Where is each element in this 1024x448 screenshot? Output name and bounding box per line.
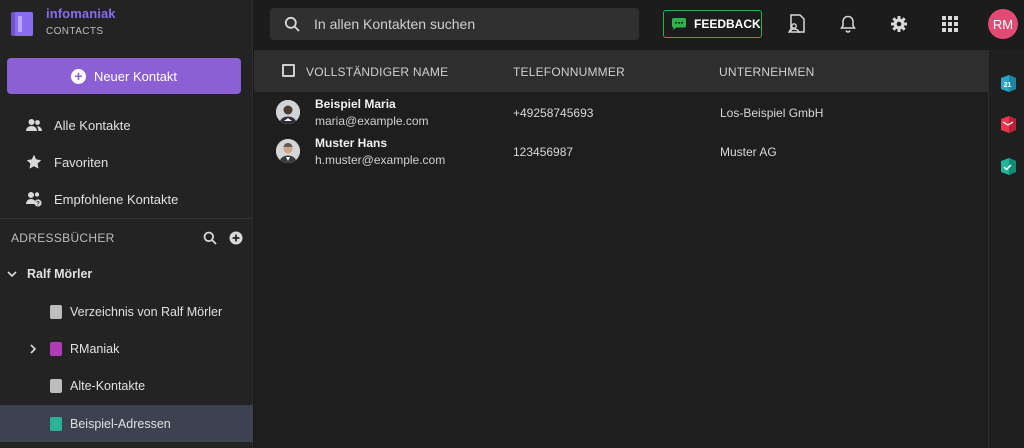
product-name: CONTACTS (46, 26, 104, 37)
column-header-name[interactable]: VOLLSTÄNDIGER NAME (306, 65, 448, 79)
app-rail: 21 (988, 50, 1024, 448)
search-icon (284, 16, 300, 32)
address-book-beispiel-adressen[interactable]: Beispiel-Adressen (0, 405, 253, 442)
search-placeholder: In allen Kontakten suchen (314, 16, 476, 32)
contact-phone: 123456987 (513, 145, 574, 159)
nav-suggested-contacts[interactable]: ? Empfohlene Kontakte (0, 181, 253, 217)
contact-avatar (276, 139, 300, 163)
chevron-down-icon (7, 270, 17, 277)
address-book-icon (50, 304, 62, 319)
table-row[interactable]: Beispiel Maria maria@example.com +492587… (254, 93, 988, 132)
plus-icon: + (70, 68, 86, 84)
nav-label: Favoriten (54, 154, 109, 170)
sidebar-divider (0, 218, 253, 219)
book-logo-icon (11, 12, 33, 36)
address-book-label: Verzeichnis von Ralf Mörler (70, 304, 223, 319)
select-all-checkbox[interactable] (282, 64, 295, 77)
feedback-label: FEEDBACK (694, 17, 761, 31)
address-book-label: RManiak (70, 341, 120, 356)
new-contact-label: Neuer Kontakt (93, 68, 178, 84)
search-address-books-icon[interactable] (203, 231, 217, 245)
contact-email: maria@example.com (315, 114, 429, 128)
calendar-app-icon[interactable]: 21 (999, 74, 1017, 92)
nav-label: Empfohlene Kontakte (54, 191, 179, 207)
tasks-app-icon[interactable] (999, 157, 1017, 175)
apps-grid-icon[interactable] (940, 14, 960, 34)
add-address-book-icon[interactable] (229, 231, 243, 245)
address-book-rmaniak[interactable]: RManiak (0, 330, 253, 367)
bell-icon[interactable] (838, 14, 858, 34)
contact-company: Los-Beispiel GmbH (720, 106, 824, 120)
contact-phone: +49258745693 (513, 106, 594, 120)
chevron-right-icon[interactable] (29, 343, 37, 354)
people-icon (26, 117, 42, 133)
column-header-phone[interactable]: TELEFONNUMMER (513, 65, 625, 79)
nav-label: Alle Kontakte (54, 117, 131, 133)
brand[interactable]: infomaniak CONTACTS (8, 6, 116, 46)
suggested-people-icon: ? (26, 191, 42, 207)
new-contact-button[interactable]: + Neuer Kontakt (7, 58, 241, 94)
contact-email: h.muster@example.com (315, 153, 446, 167)
table-header: VOLLSTÄNDIGER NAME TELEFONNUMMER UNTERNE… (254, 50, 988, 92)
search-input[interactable]: In allen Kontakten suchen (270, 8, 639, 40)
star-icon (26, 154, 42, 170)
column-header-company[interactable]: UNTERNEHMEN (719, 65, 815, 79)
table-row[interactable]: Muster Hans h.muster@example.com 1234569… (254, 132, 988, 171)
contact-company: Muster AG (720, 145, 777, 159)
gear-icon[interactable] (889, 14, 909, 34)
calendar-day-text: 21 (1004, 82, 1012, 89)
contacts-app: infomaniak CONTACTS + Neuer Kontakt Alle… (0, 0, 1024, 448)
address-book-icon (50, 416, 62, 431)
contact-avatar (276, 100, 300, 124)
feedback-button[interactable]: FEEDBACK (663, 10, 762, 38)
address-book-label: Beispiel-Adressen (70, 416, 171, 431)
mail-app-icon[interactable] (999, 115, 1017, 133)
address-book-alte-kontakte[interactable]: Alte-Kontakte (0, 367, 253, 404)
top-bar: In allen Kontakten suchen FEEDBACK RM (254, 0, 1024, 49)
user-avatar[interactable]: RM (988, 9, 1018, 39)
nav-all-contacts[interactable]: Alle Kontakte (0, 107, 253, 143)
address-book-icon (50, 378, 62, 393)
address-books-header: ADRESSBÜCHER (11, 228, 243, 248)
sidebar: infomaniak CONTACTS + Neuer Kontakt Alle… (0, 0, 253, 448)
chat-feedback-icon (672, 18, 686, 30)
address-book-label: Alte-Kontakte (70, 378, 146, 393)
contact-card-icon[interactable] (786, 14, 806, 34)
nav-favorites[interactable]: Favoriten (0, 144, 253, 180)
address-books-title: ADRESSBÜCHER (11, 231, 115, 245)
brand-name: infomaniak (46, 6, 116, 21)
address-book-icon (50, 341, 62, 356)
owner-name: Ralf Mörler (27, 266, 93, 281)
address-book-owner[interactable]: Ralf Mörler (0, 255, 253, 292)
address-book-directory[interactable]: Verzeichnis von Ralf Mörler (0, 293, 253, 330)
contact-name: Beispiel Maria (315, 97, 396, 111)
contact-name: Muster Hans (315, 136, 388, 150)
svg-text:?: ? (36, 201, 40, 207)
contacts-table: VOLLSTÄNDIGER NAME TELEFONNUMMER UNTERNE… (254, 50, 988, 448)
